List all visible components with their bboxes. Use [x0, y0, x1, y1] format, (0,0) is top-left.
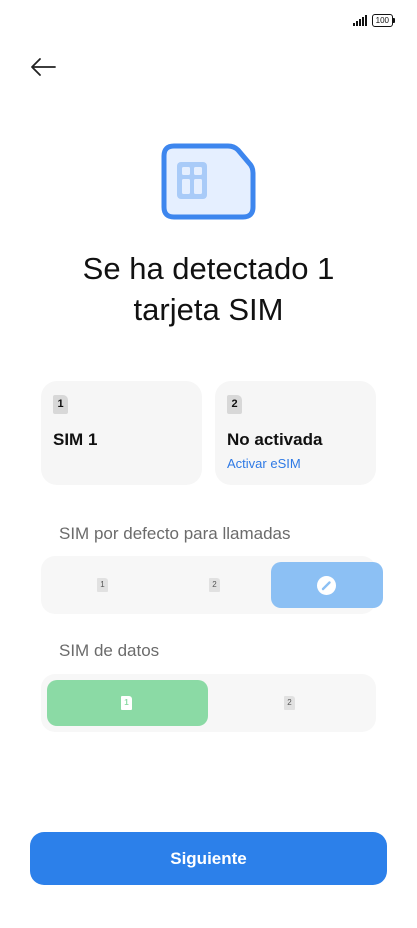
battery-icon: 100 — [371, 14, 396, 27]
data-section-label: SIM de datos — [59, 641, 160, 660]
signal-icon — [352, 15, 367, 26]
title-line-1: Se ha detectado 1 — [82, 251, 335, 286]
page-title: Se ha detectado 1 tarjeta SIM — [0, 248, 417, 330]
sim-1-mini-icon: 1 — [97, 578, 108, 592]
battery-level: 100 — [375, 16, 389, 25]
back-button[interactable] — [28, 52, 60, 82]
status-bar: 100 — [352, 14, 396, 27]
activate-esim-link[interactable]: Activar eSIM — [227, 456, 301, 471]
sim-slot-badge: 1 — [53, 395, 68, 414]
sim-card-2[interactable]: 2 No activada Activar eSIM — [215, 381, 376, 485]
calls-option-ask-selected[interactable] — [271, 562, 383, 608]
title-line-2: tarjeta SIM — [133, 292, 284, 327]
calls-option-sim-2[interactable]: 2 — [156, 556, 271, 614]
sim-slot-badge: 2 — [227, 395, 242, 414]
data-option-sim-1-selected[interactable]: 1 — [47, 680, 208, 726]
data-option-sim-2[interactable]: 2 — [208, 674, 376, 732]
sim-1-mini-icon: 1 — [121, 696, 132, 710]
calls-sim-selector: 1 2 — [41, 556, 383, 614]
next-button[interactable]: Siguiente — [30, 832, 387, 885]
data-sim-selector: 1 2 — [41, 674, 376, 732]
sim-card-1[interactable]: 1 SIM 1 — [41, 381, 202, 485]
sim-card-name: SIM 1 — [53, 430, 98, 449]
sim-2-mini-icon: 2 — [284, 696, 295, 710]
sim-2-mini-icon: 2 — [209, 578, 220, 592]
pencil-icon — [317, 576, 336, 595]
sim-card-icon — [160, 143, 256, 226]
calls-option-sim-1[interactable]: 1 — [41, 556, 156, 614]
arrow-left-icon — [31, 58, 56, 76]
sim-card-name: No activada — [227, 430, 323, 449]
calls-section-label: SIM por defecto para llamadas — [59, 524, 291, 543]
